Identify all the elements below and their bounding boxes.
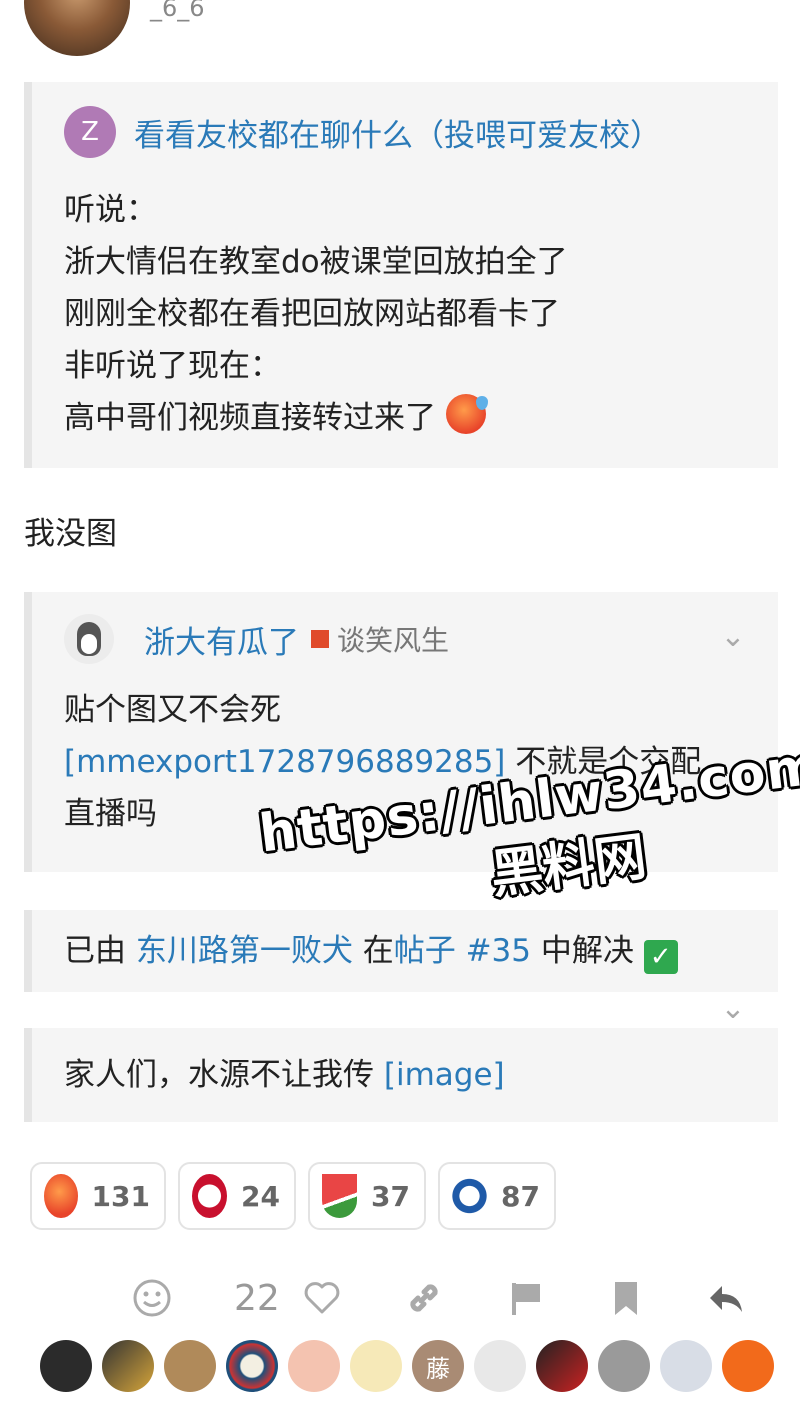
- reaction-count: 24: [241, 1179, 280, 1213]
- hot-face-emoji-icon: [44, 1174, 78, 1218]
- solution-post-link[interactable]: 帖子 #35: [394, 933, 531, 969]
- reaction-bar: 131 24 37 87: [30, 1162, 556, 1230]
- quote-block-3: 家人们，水源不让我传 [image]: [24, 1028, 778, 1122]
- image-link[interactable]: [image]: [384, 1057, 505, 1093]
- school-badge-icon: [452, 1174, 488, 1218]
- reaction-hot-face[interactable]: 131: [30, 1162, 166, 1230]
- penguin-avatar-icon[interactable]: [64, 614, 114, 664]
- quote-body: 听说： 浙大情侣在教室do被课堂回放拍全了 刚刚全校都在看把回放网站都看卡了 非…: [64, 184, 778, 444]
- quote-line: 非听说了现在：: [64, 348, 281, 384]
- quote-line: 浙大情侣在教室do被课堂回放拍全了: [64, 244, 568, 280]
- user-avatar[interactable]: [24, 0, 130, 56]
- smiley-icon: [133, 1279, 171, 1317]
- avatar[interactable]: [226, 1340, 278, 1392]
- quote-line: 高中哥们视频直接转过来了: [64, 392, 778, 444]
- chevron-down-icon[interactable]: ⌄: [718, 622, 748, 652]
- avatar[interactable]: [288, 1340, 340, 1392]
- solver-user-link[interactable]: 东川路第一败犬: [136, 933, 353, 969]
- quote-line: 刚刚全校都在看把回放网站都看卡了: [64, 296, 560, 332]
- avatar[interactable]: [598, 1340, 650, 1392]
- reaction-kfc[interactable]: 24: [178, 1162, 296, 1230]
- reaction-school-badge[interactable]: 87: [438, 1162, 556, 1230]
- username[interactable]: _6_6: [150, 0, 205, 22]
- watermelon-icon: [322, 1174, 358, 1218]
- quote-header: 浙大有瓜了 谈笑风生: [64, 614, 778, 664]
- like-button[interactable]: [302, 1268, 342, 1328]
- image-link[interactable]: [mmexport1728796889285]: [64, 744, 505, 780]
- quote-avatar[interactable]: Z: [64, 106, 116, 158]
- avatar[interactable]: [40, 1340, 92, 1392]
- kfc-icon: [192, 1174, 228, 1218]
- avatar[interactable]: [722, 1340, 774, 1392]
- reaction-count: 37: [371, 1179, 410, 1213]
- link-icon: [410, 1284, 438, 1312]
- reaction-count: 87: [501, 1179, 540, 1213]
- checkmark-icon: ✓: [643, 940, 678, 974]
- bookmark-icon: [615, 1282, 637, 1315]
- avatar[interactable]: [536, 1340, 588, 1392]
- bookmark-button[interactable]: [606, 1268, 646, 1328]
- like-count: 22: [234, 1277, 280, 1319]
- avatar[interactable]: [102, 1340, 154, 1392]
- solved-notice: 已由 东川路第一败犬 在帖子 #35 中解决 ✓: [24, 910, 778, 992]
- solved-prefix: 已由: [64, 933, 136, 969]
- quote-topic-link[interactable]: 看看友校都在聊什么（投喂可爱友校）: [134, 110, 661, 155]
- user-tag: 谈笑风生: [337, 624, 450, 657]
- reply-button[interactable]: [706, 1268, 746, 1328]
- reaction-count: 131: [91, 1179, 150, 1213]
- chevron-down-icon[interactable]: ⌄: [718, 994, 748, 1024]
- flag-button[interactable]: [506, 1268, 546, 1328]
- quote-block-1: Z 看看友校都在聊什么（投喂可爱友校） 听说： 浙大情侣在教室do被课堂回放拍全…: [24, 82, 778, 468]
- avatar[interactable]: [350, 1340, 402, 1392]
- post-text: 我没图: [24, 516, 117, 552]
- reaction-watermelon[interactable]: 37: [308, 1162, 426, 1230]
- avatar[interactable]: [164, 1340, 216, 1392]
- participant-avatars: 藤: [40, 1340, 774, 1392]
- quote-line: 贴个图又不会死: [64, 692, 281, 728]
- quote-text: 家人们，水源不让我传: [64, 1057, 384, 1093]
- avatar[interactable]: 藤: [412, 1340, 464, 1392]
- avatar[interactable]: [474, 1340, 526, 1392]
- heart-icon: [304, 1282, 340, 1314]
- reply-icon: [710, 1286, 742, 1312]
- quote-author-link[interactable]: 浙大有瓜了: [144, 617, 299, 662]
- flag-icon: [512, 1283, 540, 1315]
- quote-header: Z 看看友校都在聊什么（投喂可爱友校）: [64, 106, 778, 158]
- quote-line: 听说：: [64, 192, 157, 228]
- post-actions: 22: [0, 1268, 800, 1328]
- hot-face-emoji-icon: [445, 394, 488, 434]
- copy-link-button[interactable]: [404, 1268, 444, 1328]
- tag-color-icon: [311, 630, 329, 648]
- avatar[interactable]: [660, 1340, 712, 1392]
- add-reaction-button[interactable]: [132, 1268, 172, 1328]
